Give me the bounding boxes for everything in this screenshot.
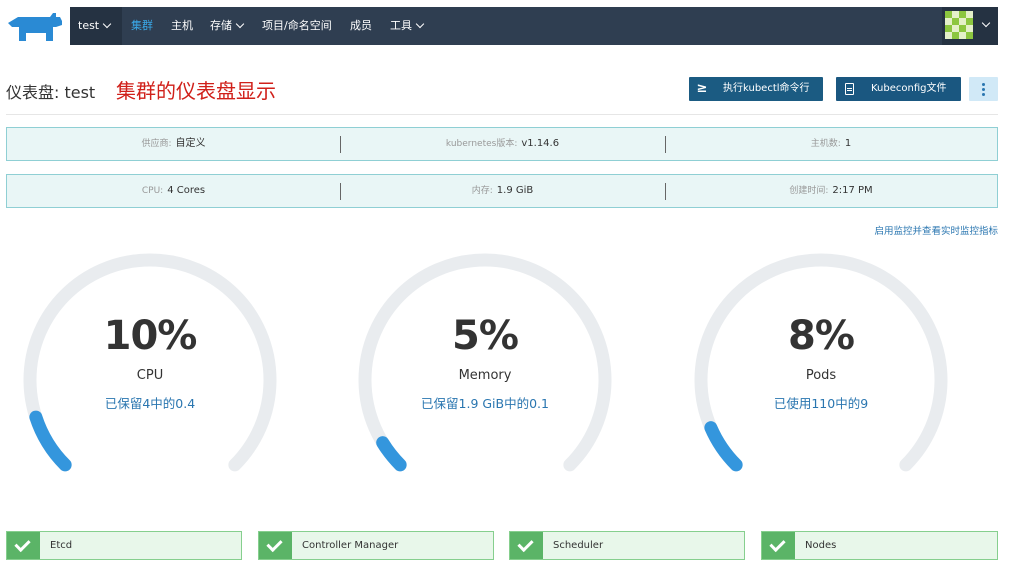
gauge-track (358, 253, 612, 472)
file-icon (845, 83, 854, 95)
health-scheduler: Scheduler (509, 531, 745, 560)
gauge-title: Pods (805, 368, 837, 383)
created-info: 创建时间: 2:17 PM (665, 175, 997, 207)
user-menu[interactable] (942, 7, 998, 45)
cluster-selector[interactable]: test (70, 7, 122, 45)
memory-info: 内存: 1.9 GiB (340, 175, 665, 207)
health-controller-manager: Controller Manager (258, 531, 494, 560)
gauge-fill (29, 410, 72, 472)
gauge-track (694, 253, 948, 472)
more-actions-button[interactable] (969, 77, 998, 101)
top-navigation: test 集群 主机 存储 项目/命名空间 成员 工具 (0, 0, 1026, 52)
enable-monitoring-link[interactable]: 启用监控并查看实时监控指标 (874, 223, 998, 237)
memory-value: 1.9 GiB (496, 185, 534, 196)
created-value: 2:17 PM (832, 185, 873, 196)
nav-item-tools[interactable]: 工具 (390, 7, 425, 45)
hosts-label: 主机数: (810, 139, 841, 149)
nav-item-hosts[interactable]: 主机 (171, 7, 193, 45)
nav-item-storage[interactable]: 存储 (210, 7, 245, 45)
hosts-value: 1 (844, 138, 852, 149)
nav-item-members[interactable]: 成员 (350, 7, 372, 45)
gauge-percent: 5% (452, 313, 519, 359)
check-icon (259, 532, 292, 559)
check-icon (762, 532, 795, 559)
gauge-title: Memory (458, 368, 512, 383)
created-label: 创建时间: (789, 186, 829, 196)
gauge-detail: 已保留1.9 GiB中的0.1 (421, 396, 549, 411)
page-title: 仪表盘: test (6, 83, 96, 102)
provider-value: 自定义 (175, 138, 206, 149)
kubeconfig-button-label: Kubeconfig文件 (871, 83, 947, 94)
pods-gauge: 8% Pods 已使用110中的9 (691, 250, 956, 480)
cluster-name: test (78, 19, 100, 32)
hosts-info: 主机数: 1 (665, 128, 997, 160)
chevron-down-icon (235, 19, 245, 29)
provider-info: 供应商: 自定义 (7, 128, 340, 160)
k8s-version-label: kubernetes版本: (445, 139, 518, 149)
chevron-down-icon (415, 19, 425, 29)
chevron-down-icon (981, 18, 991, 28)
nav-item-tools-label: 工具 (390, 19, 412, 32)
more-dots-icon (982, 88, 985, 91)
nav-item-cluster[interactable]: 集群 (131, 7, 153, 45)
health-label: Scheduler (553, 540, 604, 551)
navbar: test 集群 主机 存储 项目/命名空间 成员 工具 (70, 7, 998, 45)
k8s-version-info: kubernetes版本: v1.14.6 (340, 128, 665, 160)
rancher-logo-icon[interactable] (6, 11, 64, 41)
annotation-text: 集群的仪表盘显示 (116, 79, 276, 103)
gauge-detail: 已保留4中的0.4 (104, 396, 196, 411)
gauge-fill (704, 421, 743, 472)
more-dots-icon (982, 83, 985, 86)
terminal-icon: ≥ (696, 81, 708, 96)
gauge-arc (23, 253, 277, 472)
resource-info-strip: CPU: 4 Cores 内存: 1.9 GiB 创建时间: 2:17 PM (6, 174, 998, 208)
nav-item-storage-label: 存储 (210, 19, 232, 32)
gauge-title: CPU (136, 368, 164, 383)
health-etcd: Etcd (6, 531, 242, 560)
memory-label: 内存: (471, 186, 493, 196)
cpu-gauge: 10% CPU 已保留4中的0.4 (20, 250, 285, 480)
chevron-down-icon (102, 19, 112, 29)
more-dots-icon (982, 93, 985, 96)
gauge-arc (694, 253, 948, 472)
gauge-track (23, 253, 277, 472)
health-label: Controller Manager (302, 540, 399, 551)
gauge-detail: 已使用110中的9 (773, 396, 869, 411)
gauge-percent: 10% (103, 313, 198, 359)
cpu-label: CPU: (141, 186, 164, 196)
cpu-value: 4 Cores (167, 185, 206, 196)
cpu-info: CPU: 4 Cores (7, 175, 340, 207)
gauge-arc (358, 253, 612, 472)
kubectl-button[interactable]: ≥ 执行kubectl命令行 (689, 77, 823, 101)
nav-item-projects[interactable]: 项目/命名空间 (262, 7, 332, 45)
check-icon (7, 532, 40, 559)
kubectl-button-label: 执行kubectl命令行 (723, 83, 810, 94)
kubeconfig-button[interactable]: Kubeconfig文件 (836, 77, 961, 101)
k8s-version-value: v1.14.6 (521, 138, 560, 149)
check-icon (510, 532, 543, 559)
provider-label: 供应商: (141, 139, 172, 149)
health-label: Nodes (805, 540, 837, 551)
gauge-percent: 8% (788, 313, 855, 359)
cluster-info-strip: 供应商: 自定义 kubernetes版本: v1.14.6 主机数: 1 (6, 127, 998, 161)
avatar (945, 11, 973, 39)
gauge-fill (376, 436, 407, 472)
memory-gauge: 5% Memory 已保留1.9 GiB中的0.1 (355, 250, 620, 480)
health-nodes: Nodes (761, 531, 998, 560)
divider (6, 114, 998, 115)
health-label: Etcd (50, 540, 73, 551)
